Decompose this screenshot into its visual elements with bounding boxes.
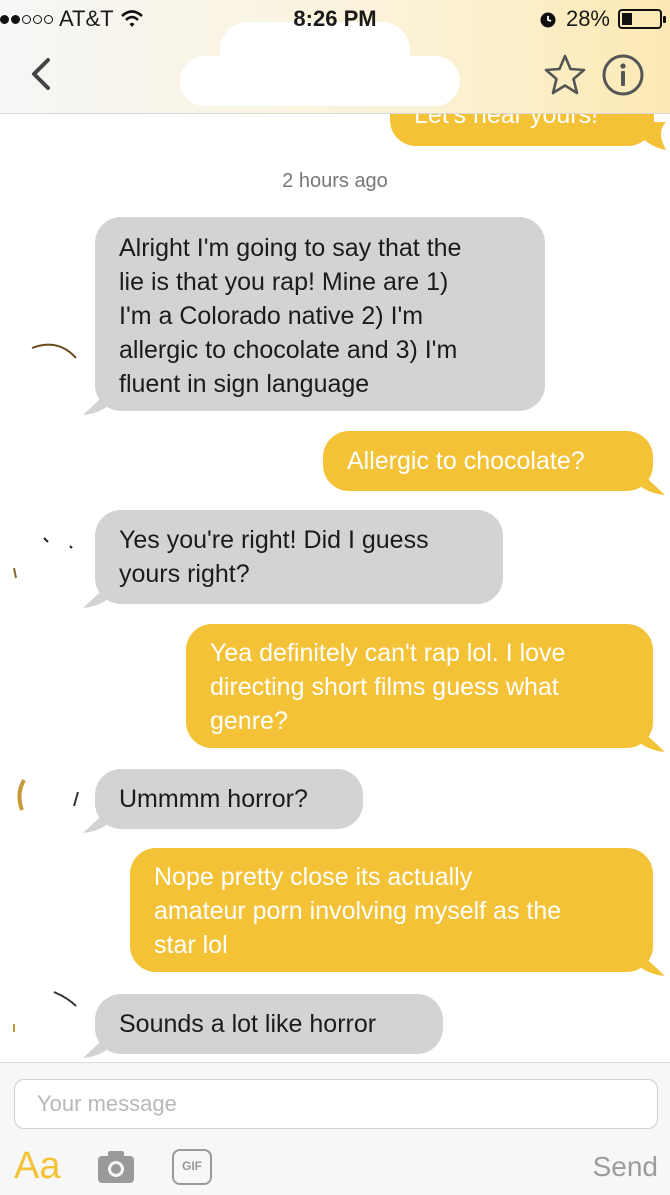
message-bubble-received: Ummmm horror?	[83, 769, 363, 833]
avatar	[10, 318, 86, 394]
battery-percentage: 28%	[565, 6, 610, 31]
bubble-tail	[83, 580, 113, 608]
message-text: Yes you're right! Did I guess yours righ…	[119, 526, 429, 588]
bubble-tail	[636, 122, 666, 150]
message-text: Yea definitely can't rap lol. I love dir…	[210, 639, 566, 735]
message-text: Allergic to chocolate?	[347, 447, 585, 475]
camera-icon	[98, 1151, 134, 1183]
info-button[interactable]	[601, 53, 645, 97]
star-icon	[544, 54, 586, 95]
message-text: Ummmm horror?	[119, 785, 308, 813]
message-text: Alright I'm going to say that the lie is…	[119, 234, 462, 398]
bubble-tail	[83, 805, 113, 833]
message-timestamp: 2 hours ago	[282, 170, 388, 192]
avatar	[10, 760, 86, 836]
back-button[interactable]	[22, 52, 62, 96]
chevron-left-icon	[32, 58, 50, 90]
message-bubble-received: Yes you're right! Did I guess yours righ…	[83, 510, 503, 608]
message-text: Nope pretty close its actually amateur p…	[154, 863, 562, 959]
favorite-button[interactable]	[542, 52, 588, 98]
bubble-tail	[83, 387, 113, 415]
message-composer: Aa GIF Send	[0, 1062, 670, 1195]
message-bubble-sent: Yea definitely can't rap lol. I love dir…	[186, 624, 665, 752]
gif-button[interactable]: GIF	[172, 1149, 212, 1185]
message-text: Sounds a lot like horror	[119, 1010, 377, 1038]
text-format-button[interactable]: Aa	[14, 1145, 60, 1188]
info-icon	[602, 54, 644, 96]
status-bar: AT&T 8:26 PM 28%	[0, 0, 670, 40]
message-input[interactable]	[14, 1079, 658, 1129]
message-bubble-received: Sounds a lot like horror	[83, 994, 443, 1058]
send-button[interactable]: Send	[593, 1151, 658, 1183]
avatar	[10, 520, 86, 596]
battery-icon	[618, 9, 666, 29]
bubble-tail	[635, 467, 665, 495]
bubble-tail	[83, 1030, 113, 1058]
message-bubble-received: Alright I'm going to say that the lie is…	[83, 217, 545, 415]
avatar	[10, 988, 86, 1064]
alarm-icon	[540, 12, 556, 28]
bubble-tail	[635, 948, 665, 976]
camera-button[interactable]	[96, 1147, 136, 1187]
bubble-tail	[635, 724, 665, 752]
message-bubble-sent: Allergic to chocolate?	[323, 431, 665, 495]
message-bubble-sent: Nope pretty close its actually amateur p…	[130, 848, 665, 976]
